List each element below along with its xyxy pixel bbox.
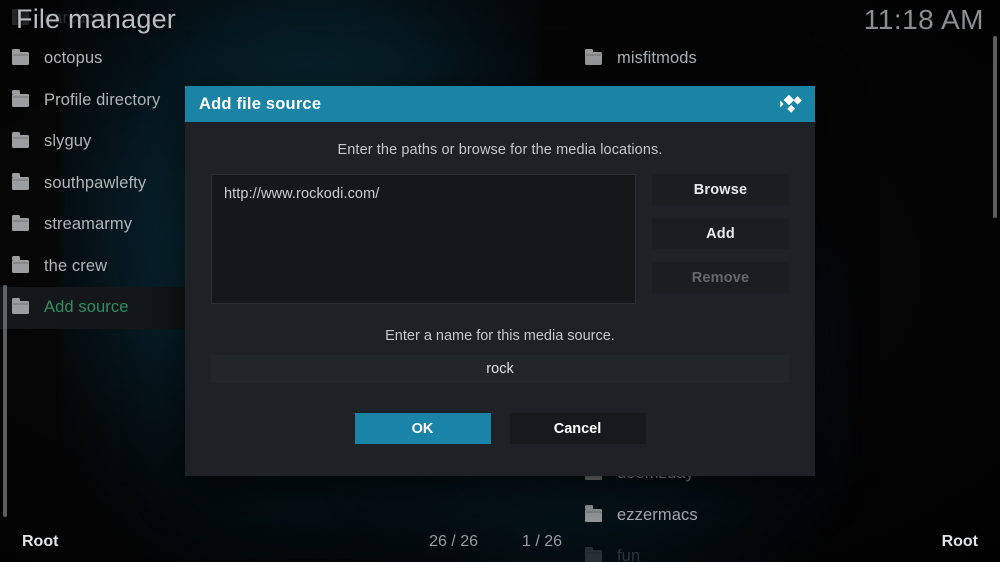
folder-icon [12, 256, 29, 273]
status-path: Root [941, 533, 978, 550]
left-status-bar: Root 26 / 26 [0, 522, 500, 562]
dialog-body: Enter the paths or browse for the media … [185, 122, 815, 444]
folder-icon [585, 505, 602, 522]
path-list[interactable]: http://www.rockodi.com/ [211, 174, 636, 304]
kodi-logo-icon [777, 93, 803, 115]
status-count: 1 / 26 [522, 533, 563, 550]
dialog-title: Add file source [199, 94, 322, 113]
path-actions: Browse Add Remove [652, 174, 789, 304]
add-file-source-dialog: Add file source Enter the paths or brows… [185, 86, 815, 476]
remove-button: Remove [652, 262, 789, 293]
folder-icon [12, 90, 29, 107]
folder-icon [12, 131, 29, 149]
folder-icon [12, 48, 29, 66]
paths-hint: Enter the paths or browse for the media … [337, 142, 663, 158]
dialog-header: Add file source [185, 86, 815, 122]
status-count: 26 / 26 [429, 533, 478, 550]
source-name-input[interactable]: rock [211, 355, 789, 383]
name-hint: Enter a name for this media source. [385, 328, 615, 344]
page-title: File manager [16, 4, 176, 34]
folder-icon [12, 214, 29, 232]
kodi-screen: narcacist File manager 11:18 AM octopus … [0, 0, 1000, 562]
list-item[interactable]: octopus [0, 38, 500, 80]
ok-button[interactable]: OK [354, 413, 491, 444]
right-pane-scrollbar[interactable] [993, 36, 997, 218]
list-item-label: Add source [44, 298, 129, 317]
paths-row: http://www.rockodi.com/ Browse Add Remov… [211, 174, 789, 304]
cancel-button[interactable]: Cancel [509, 413, 646, 444]
folder-icon [12, 173, 29, 190]
list-item-label: southpawlefty [44, 173, 147, 192]
list-item[interactable]: misfitmods [500, 38, 1000, 80]
list-item-label: the crew [44, 256, 108, 275]
status-path: Root [22, 533, 59, 550]
folder-icon [12, 297, 29, 315]
list-item-label: slyguy [44, 132, 92, 151]
left-pane-scrollbar[interactable] [3, 285, 7, 517]
clock: 11:18 AM [863, 4, 984, 35]
browse-button[interactable]: Browse [652, 174, 789, 205]
dialog-actions: OK Cancel [211, 413, 789, 444]
right-file-list[interactable]: misfitmods [500, 38, 1000, 80]
path-entry[interactable]: http://www.rockodi.com/ [224, 186, 623, 202]
list-item-label: misfitmods [617, 49, 697, 68]
list-item-label: octopus [44, 49, 103, 68]
folder-icon [585, 48, 602, 66]
list-item-label: streamarmy [44, 215, 133, 234]
right-status-bar: 1 / 26 Root [500, 522, 1000, 562]
list-item-label: Profile directory [44, 90, 161, 109]
add-button[interactable]: Add [652, 218, 789, 249]
